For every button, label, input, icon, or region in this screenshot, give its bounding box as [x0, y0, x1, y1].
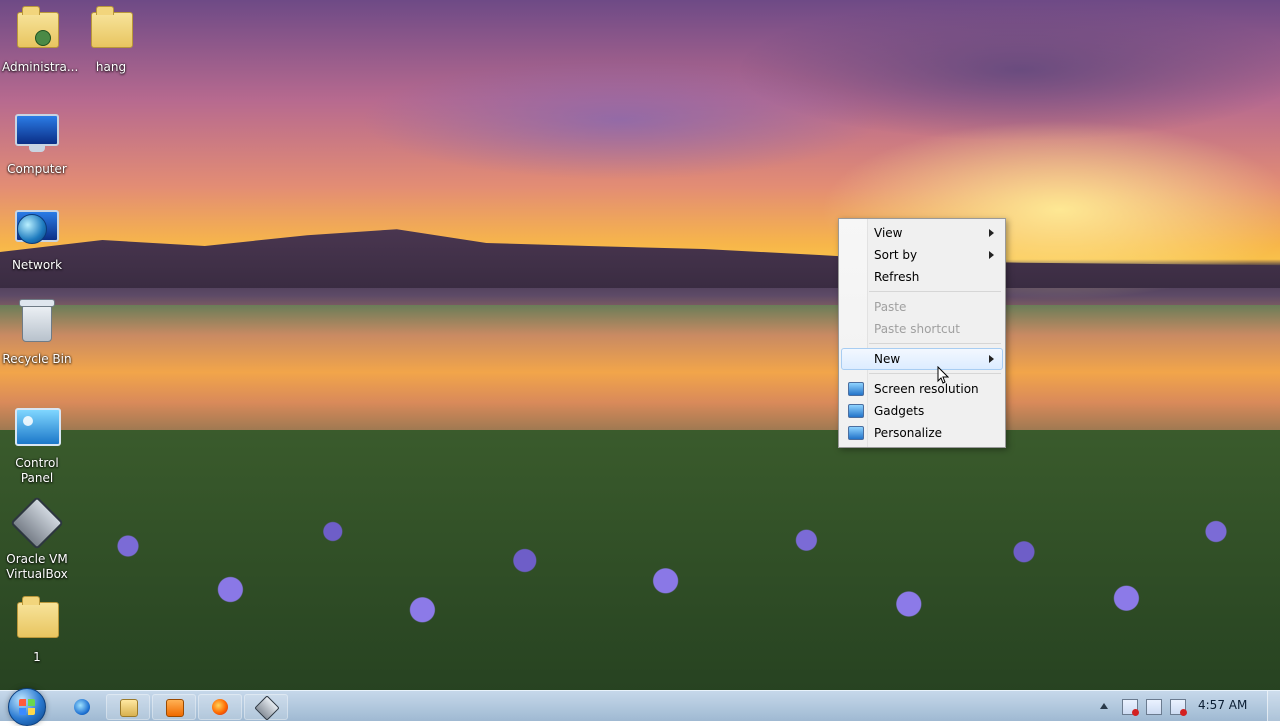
taskbar-explorer-button[interactable] [106, 694, 150, 720]
desktop-icon-label: Control Panel [15, 456, 59, 485]
menu-item-label: Sort by [874, 248, 918, 262]
menu-separator [869, 373, 1001, 374]
context-menu-view[interactable]: View [841, 222, 1003, 244]
clock-time[interactable]: 4:57 AM [1198, 698, 1247, 712]
action-center-icon[interactable] [1122, 699, 1139, 716]
gadgets-icon [848, 404, 864, 418]
wallpaper-cloud [360, 60, 880, 180]
desktop-icon-computer[interactable]: Computer [0, 108, 74, 177]
volume-muted-icon[interactable] [1170, 699, 1187, 716]
desktop-icon-recycle-bin[interactable]: Recycle Bin [0, 299, 74, 367]
globe-icon [17, 214, 47, 244]
submenu-arrow-icon [989, 251, 994, 259]
context-menu-sort-by[interactable]: Sort by [841, 244, 1003, 266]
desktop-icon-label: 1 [33, 650, 41, 664]
taskbar-media-player-button[interactable] [152, 694, 196, 720]
virtualbox-icon [254, 695, 280, 721]
menu-item-label: View [874, 226, 903, 240]
desktop-icon-label: hang [95, 60, 127, 74]
computer-icon [15, 114, 59, 158]
control-panel-icon [15, 408, 61, 452]
desktop-icon-administrator[interactable]: Administra... [0, 6, 79, 75]
desktop-icon-label: Computer [7, 162, 67, 176]
taskbar-virtualbox-button[interactable] [244, 694, 288, 721]
recycle-bin-icon [15, 299, 59, 348]
desktop-icon-control-panel[interactable]: Control Panel [0, 402, 74, 486]
zip-folder-icon [15, 596, 59, 646]
show-hidden-icons-icon[interactable] [1100, 703, 1108, 709]
menu-item-label: Personalize [874, 426, 943, 440]
desktop-wallpaper [0, 0, 1280, 720]
mouse-pointer-icon [937, 366, 949, 384]
system-tray: 4:57 AM [1090, 691, 1280, 721]
menu-separator [869, 291, 1001, 292]
menu-item-label: New [874, 352, 901, 366]
desktop-icon-label: Administra... [2, 60, 79, 74]
user-folder-icon [15, 6, 59, 56]
context-menu-personalize[interactable]: Personalize [841, 422, 1003, 444]
zip-folder-icon [89, 6, 133, 56]
context-menu-refresh[interactable]: Refresh [841, 266, 1003, 288]
desktop-icon-label: Recycle Bin [2, 352, 72, 366]
start-button[interactable] [8, 688, 46, 726]
desktop-icon-1[interactable]: 1 [0, 596, 74, 665]
menu-item-label: Gadgets [874, 404, 925, 418]
context-menu-paste[interactable]: Paste [841, 296, 1003, 318]
taskbar: 4:57 AM [0, 688, 1280, 726]
menu-item-label: Screen resolution [874, 382, 979, 396]
taskbar-ie-button[interactable] [60, 694, 104, 720]
desktop-icon-label: Network [11, 258, 63, 272]
taskbar-firefox-button[interactable] [198, 694, 242, 720]
wallpaper-flowers [0, 430, 1280, 720]
network-icon[interactable] [1146, 699, 1162, 715]
media-player-icon [166, 699, 184, 717]
context-menu-paste-shortcut[interactable]: Paste shortcut [841, 318, 1003, 340]
desktop-icon-network[interactable]: Network [0, 204, 74, 273]
context-menu-new[interactable]: New [841, 348, 1003, 370]
firefox-icon [212, 699, 228, 715]
screen-resolution-icon [848, 382, 864, 396]
ie-icon [74, 699, 90, 715]
personalize-icon [848, 426, 864, 440]
desktop-icon-virtualbox[interactable]: Oracle VM VirtualBox [0, 496, 74, 582]
desktop-icon-label: Oracle VM VirtualBox [6, 552, 68, 581]
context-menu-gadgets[interactable]: Gadgets [841, 400, 1003, 422]
desktop-context-menu: View Sort by Refresh Paste Paste shortcu… [838, 218, 1006, 448]
user-icon [35, 30, 51, 46]
submenu-arrow-icon [989, 355, 994, 363]
menu-item-label: Refresh [874, 270, 920, 284]
network-icon [15, 210, 59, 254]
virtualbox-icon [10, 496, 64, 550]
context-menu-screen-resolution[interactable]: Screen resolution [841, 378, 1003, 400]
menu-item-label: Paste shortcut [874, 322, 960, 336]
desktop-icon-hang[interactable]: hang [74, 6, 148, 75]
folder-icon [120, 699, 138, 717]
submenu-arrow-icon [989, 229, 994, 237]
menu-item-label: Paste [874, 300, 907, 314]
menu-separator [869, 343, 1001, 344]
show-desktop-button[interactable] [1267, 691, 1280, 721]
